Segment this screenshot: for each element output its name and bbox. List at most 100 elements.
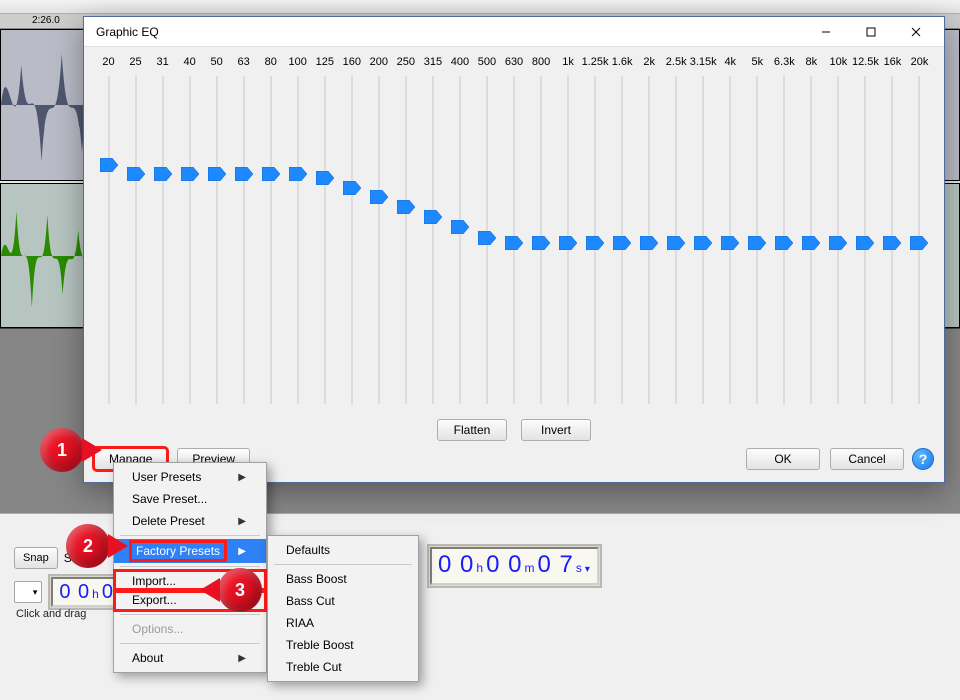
freq-label: 20k xyxy=(911,56,929,68)
eq-slider-thumb[interactable] xyxy=(829,236,847,250)
eq-slider-thumb[interactable] xyxy=(721,236,739,250)
eq-slider-thumb[interactable] xyxy=(883,236,901,250)
eq-slider-thumb[interactable] xyxy=(505,236,523,250)
snap-select[interactable] xyxy=(14,581,42,603)
eq-slider-thumb[interactable] xyxy=(100,158,118,172)
eq-slider-thumb[interactable] xyxy=(316,171,334,185)
eq-slider-thumb[interactable] xyxy=(694,236,712,250)
flatten-button[interactable]: Flatten xyxy=(437,419,507,441)
eq-slider-track[interactable] xyxy=(351,76,353,404)
menu-separator xyxy=(274,564,412,565)
menu-user-presets[interactable]: User Presets▶ xyxy=(114,466,266,488)
eq-slider-track[interactable] xyxy=(216,76,218,404)
menu-about[interactable]: About▶ xyxy=(114,647,266,669)
eq-slider-track[interactable] xyxy=(270,76,272,404)
freq-label: 500 xyxy=(478,56,496,68)
eq-slider-thumb[interactable] xyxy=(802,236,820,250)
dialog-titlebar[interactable]: Graphic EQ xyxy=(84,17,944,47)
dialog-body: 2025314050638010012516020025031540050063… xyxy=(84,47,944,482)
freq-label: 16k xyxy=(884,56,902,68)
freq-label: 25 xyxy=(129,56,141,68)
eq-slider-thumb[interactable] xyxy=(667,236,685,250)
submenu-treble-cut[interactable]: Treble Cut xyxy=(268,656,418,678)
bg-top-strip xyxy=(0,0,960,14)
menu-factory-presets[interactable]: Factory Presets▶ xyxy=(114,539,266,563)
freq-label: 315 xyxy=(424,56,442,68)
freq-label: 250 xyxy=(397,56,415,68)
freq-label: 1.25k xyxy=(582,56,609,68)
close-button[interactable] xyxy=(893,18,938,46)
menu-delete-preset[interactable]: Delete Preset▶ xyxy=(114,510,266,532)
eq-slider-thumb[interactable] xyxy=(856,236,874,250)
freq-label: 1k xyxy=(562,56,574,68)
eq-slider-thumb[interactable] xyxy=(370,190,388,204)
eq-slider-thumb[interactable] xyxy=(262,167,280,181)
eq-slider-thumb[interactable] xyxy=(127,167,145,181)
submenu-bass-cut[interactable]: Bass Cut xyxy=(268,590,418,612)
eq-slider-thumb[interactable] xyxy=(775,236,793,250)
eq-slider-track[interactable] xyxy=(324,76,326,404)
freq-label: 800 xyxy=(532,56,550,68)
cancel-button[interactable]: Cancel xyxy=(830,448,904,470)
eq-slider-thumb[interactable] xyxy=(748,236,766,250)
eq-slider-thumb[interactable] xyxy=(235,167,253,181)
freq-labels: 2025314050638010012516020025031540050063… xyxy=(95,54,933,74)
freq-label: 2.5k xyxy=(666,56,687,68)
eq-slider-thumb[interactable] xyxy=(424,210,442,224)
eq-slider-thumb[interactable] xyxy=(451,220,469,234)
eq-slider-thumb[interactable] xyxy=(343,181,361,195)
factory-presets-submenu: Defaults Bass Boost Bass Cut RIAA Treble… xyxy=(267,535,419,682)
eq-slider-track[interactable] xyxy=(189,76,191,404)
eq-slider-track[interactable] xyxy=(405,76,407,404)
freq-label: 12.5k xyxy=(852,56,879,68)
freq-label: 40 xyxy=(183,56,195,68)
submenu-defaults[interactable]: Defaults xyxy=(268,539,418,561)
status-text: Click and drag xyxy=(16,608,86,620)
eq-slider-thumb[interactable] xyxy=(532,236,550,250)
time-readout-large[interactable]: 0 0h 0 0m 0 7s▾ xyxy=(427,544,602,588)
eq-slider-thumb[interactable] xyxy=(397,200,415,214)
submenu-treble-boost[interactable]: Treble Boost xyxy=(268,634,418,656)
invert-button[interactable]: Invert xyxy=(521,419,591,441)
eq-slider-thumb[interactable] xyxy=(208,167,226,181)
eq-slider-track[interactable] xyxy=(432,76,434,404)
freq-label: 20 xyxy=(102,56,114,68)
eq-slider-track[interactable] xyxy=(162,76,164,404)
eq-slider-thumb[interactable] xyxy=(640,236,658,250)
eq-slider-thumb[interactable] xyxy=(478,231,496,245)
submenu-bass-boost[interactable]: Bass Boost xyxy=(268,568,418,590)
freq-label: 31 xyxy=(156,56,168,68)
eq-slider-track[interactable] xyxy=(378,76,380,404)
freq-label: 2k xyxy=(643,56,655,68)
eq-slider-track[interactable] xyxy=(243,76,245,404)
eq-slider-thumb[interactable] xyxy=(613,236,631,250)
eq-slider-track[interactable] xyxy=(135,76,137,404)
eq-slider-thumb[interactable] xyxy=(181,167,199,181)
freq-label: 50 xyxy=(211,56,223,68)
eq-slider-thumb[interactable] xyxy=(910,236,928,250)
eq-slider-thumb[interactable] xyxy=(559,236,577,250)
ok-button[interactable]: OK xyxy=(746,448,820,470)
ruler-mark: 2:26.0 xyxy=(32,15,60,26)
eq-slider-thumb[interactable] xyxy=(154,167,172,181)
menu-save-preset[interactable]: Save Preset... xyxy=(114,488,266,510)
freq-label: 160 xyxy=(343,56,361,68)
freq-label: 5k xyxy=(751,56,763,68)
eq-slider-track[interactable] xyxy=(108,76,110,404)
menu-separator xyxy=(120,535,260,536)
eq-slider-thumb[interactable] xyxy=(289,167,307,181)
minimize-button[interactable] xyxy=(803,18,848,46)
eq-slider-track[interactable] xyxy=(459,76,461,404)
maximize-button[interactable] xyxy=(848,18,893,46)
freq-label: 10k xyxy=(830,56,848,68)
freq-label: 400 xyxy=(451,56,469,68)
callout-1: 1 xyxy=(40,428,84,472)
submenu-riaa[interactable]: RIAA xyxy=(268,612,418,634)
eq-slider-track[interactable] xyxy=(297,76,299,404)
menu-separator xyxy=(120,566,260,567)
eq-slider-thumb[interactable] xyxy=(586,236,604,250)
menu-separator xyxy=(120,643,260,644)
freq-label: 80 xyxy=(265,56,277,68)
snap-button[interactable]: Snap xyxy=(14,547,58,569)
help-button[interactable]: ? xyxy=(912,448,934,470)
